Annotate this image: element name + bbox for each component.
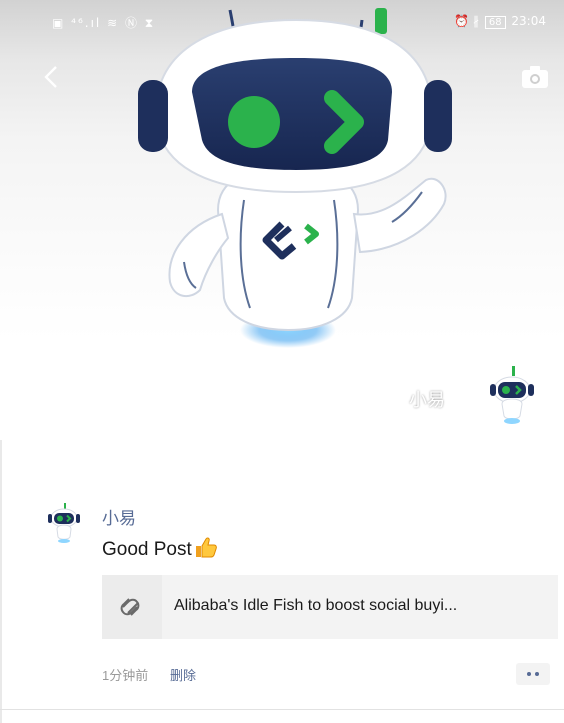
link-icon [120,598,140,616]
page-edge [0,440,2,723]
clock-time: 23:04 [511,14,546,28]
author-avatar[interactable] [44,502,84,544]
post-timestamp: 1分钟前 [102,668,149,683]
dot [535,672,539,676]
link-title: Alibaba's Idle Fish to boost social buyi… [174,597,458,614]
shared-link-card[interactable]: Alibaba's Idle Fish to boost social buyi… [102,575,558,639]
alarm-bluetooth-icons: ⏰ ∦ [454,14,480,28]
post-author-name[interactable]: 小易 [102,504,136,529]
delete-button[interactable]: 删除 [170,665,196,684]
battery-level: 68 [484,16,506,29]
link-thumbnail [102,575,162,639]
post-text: Good Post [102,536,218,561]
chevron-left-icon[interactable] [40,62,64,92]
camera-icon[interactable] [520,64,550,90]
status-icons-right: ⏰ ∦ 68 23:04 [454,14,546,29]
robot-mascot-illustration [138,8,452,348]
more-dots-icon[interactable] [516,663,550,685]
status-bar: ▣ ⁴⁶.ıl ≋ Ⓝ ⧗ ⏰ ∦ 68 23:04 [0,0,564,44]
cover-user-name: 小易 [409,390,445,411]
post-text-content: Good Post [102,539,192,560]
user-avatar[interactable] [482,364,542,426]
divider [0,709,564,710]
dot [527,672,531,676]
thumbs-up-icon [195,537,217,558]
cover-photo[interactable]: ▣ ⁴⁶.ıl ≋ Ⓝ ⧗ ⏰ ∦ 68 23:04 小易 [0,0,564,440]
status-icons-left: ▣ ⁴⁶.ıl ≋ Ⓝ ⧗ [52,16,156,30]
